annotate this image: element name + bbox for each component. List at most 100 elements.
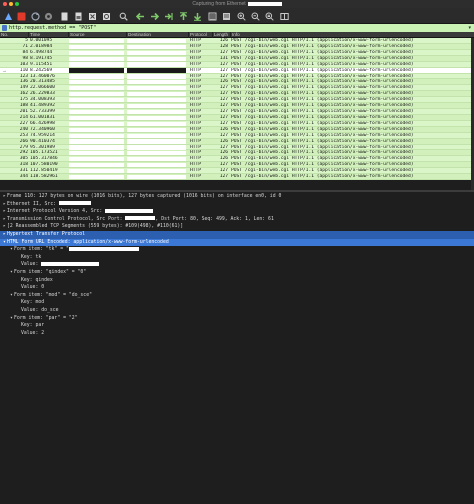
- detail-text: Frame 110: 127 bytes on wire (1016 bits)…: [7, 194, 282, 199]
- detail-tree-item[interactable]: Key: qindex: [0, 277, 474, 285]
- main-toolbar: [0, 8, 474, 24]
- normal-size-icon[interactable]: [264, 11, 274, 21]
- detail-tree-item[interactable]: Value: 0: [0, 284, 474, 292]
- cell-protocol: HTTP: [190, 109, 202, 115]
- open-file-icon[interactable]: [59, 11, 69, 21]
- redacted-value: [105, 208, 154, 213]
- restart-capture-icon[interactable]: [30, 11, 40, 21]
- cell-length: 127: [219, 162, 228, 168]
- cell-time: 118.582961: [30, 174, 58, 180]
- cell-no: 162: [19, 91, 28, 97]
- redacted-destination: [127, 50, 186, 55]
- zoom-out-icon[interactable]: [250, 11, 260, 21]
- find-packet-icon[interactable]: [118, 11, 128, 21]
- detail-tree-item[interactable]: Key: tk: [0, 254, 474, 262]
- detail-tree-item[interactable]: Key: mod: [0, 299, 474, 307]
- filter-dropdown-icon[interactable]: ▾: [468, 24, 471, 32]
- detail-text: Key: mod: [21, 300, 45, 306]
- detail-tree-item[interactable]: Value: 2: [0, 330, 474, 338]
- cell-time: 105.317846: [30, 156, 58, 162]
- stop-capture-icon[interactable]: [16, 11, 26, 21]
- detail-tree-item[interactable]: ▾Form item: "tk" = ": [0, 246, 474, 254]
- cell-length: 127: [219, 97, 228, 103]
- cell-protocol: HTTP: [190, 174, 202, 180]
- cell-protocol: HTTP: [190, 61, 202, 67]
- detail-tree-item[interactable]: Value: do_sce: [0, 307, 474, 315]
- detail-text: Key: qindex: [21, 277, 53, 283]
- cell-protocol: HTTP: [190, 55, 202, 61]
- redacted-destination: [127, 163, 186, 168]
- resize-columns-icon[interactable]: [279, 11, 289, 21]
- cell-length: 128: [219, 43, 228, 49]
- bookmark-filter-icon[interactable]: [2, 25, 7, 31]
- redacted-destination: [127, 157, 186, 162]
- close-file-icon[interactable]: [87, 11, 97, 21]
- zoom-in-icon[interactable]: [236, 11, 246, 21]
- display-filter-input[interactable]: http.request.method == "POST": [9, 24, 96, 32]
- detail-tree-item[interactable]: ▾Form item: "mod" = "do_sce": [0, 292, 474, 300]
- redacted-source: [69, 68, 124, 73]
- cell-time: 26.229833: [30, 91, 55, 97]
- autoscroll-icon[interactable]: [207, 11, 217, 21]
- capture-options-icon[interactable]: [43, 11, 53, 21]
- cell-protocol: HTTP: [190, 126, 202, 132]
- detail-text: Value: 0: [21, 285, 45, 291]
- go-forward-icon[interactable]: [149, 11, 159, 21]
- go-back-icon[interactable]: [135, 11, 145, 21]
- first-packet-icon[interactable]: [178, 11, 188, 21]
- detail-tree-item[interactable]: ▾HTML Form URL Encoded: application/x-ww…: [0, 238, 474, 247]
- cell-protocol: HTTP: [190, 156, 202, 162]
- redacted-destination: [127, 174, 186, 180]
- cell-length: 127: [219, 85, 228, 91]
- detail-tree-item[interactable]: ▸Internet Protocol Version 4, Src:: [0, 208, 474, 216]
- cell-info: POST /cgi-bin/web.cgi HTTP/1.1 (applicat…: [231, 126, 414, 132]
- detail-tree-item[interactable]: ▾Form item: "qindex" = "0": [0, 269, 474, 277]
- reload-icon[interactable]: [101, 11, 111, 21]
- detail-tree-item[interactable]: Key: par: [0, 322, 474, 330]
- save-file-icon[interactable]: [73, 11, 83, 21]
- cell-no: 266: [19, 138, 28, 144]
- display-filter-bar[interactable]: http.request.method == "POST" ▾: [0, 24, 474, 32]
- detail-text: Form item: "tk" = ": [14, 247, 69, 253]
- detail-tree-item[interactable]: ▸Hypertext Transfer Protocol: [0, 231, 474, 239]
- detail-tree-item[interactable]: ▸[2 Reassembled TCP Segments (559 bytes)…: [0, 223, 474, 231]
- cell-time: 8.242569: [30, 67, 53, 73]
- cell-info: POST /cgi-bin/web.cgi HTTP/1.1 (applicat…: [231, 79, 414, 85]
- redacted-destination: [127, 38, 186, 43]
- redacted-destination: [127, 127, 186, 132]
- cell-info: POST /cgi-bin/web.cgi HTTP/1.1 (applicat…: [231, 73, 414, 79]
- go-to-packet-icon[interactable]: [163, 11, 173, 21]
- redacted-destination: [127, 151, 186, 156]
- cell-length: 127: [219, 132, 228, 138]
- redacted-destination: [127, 145, 186, 150]
- table-row[interactable]: 344 118.582961 HTTP 127 POST /cgi-bin/web.cg…: [0, 174, 474, 181]
- cell-protocol: HTTP: [190, 67, 202, 73]
- cell-no: 305: [19, 156, 28, 162]
- cell-info: POST /cgi-bin/web.cgi HTTP/1.1 (applicat…: [231, 67, 414, 73]
- redacted-destination: [127, 80, 186, 85]
- window-title-area: Capturing from Ethernet: [0, 0, 474, 8]
- colorize-icon[interactable]: [221, 11, 231, 21]
- redacted-source: [69, 121, 124, 126]
- cell-time: 20.313485: [30, 79, 55, 85]
- detail-tree-item[interactable]: Value:: [0, 261, 474, 269]
- packet-list[interactable]: 5 0.001095 HTTP 126 POST /cgi-bin/web.cgi HT…: [0, 38, 474, 190]
- redacted-source: [69, 50, 124, 55]
- shark-fin-start-icon[interactable]: [3, 11, 13, 21]
- redacted-destination: [127, 133, 186, 138]
- cell-time: 105.173521: [30, 150, 58, 156]
- window-title: Capturing from Ethernet: [192, 1, 246, 7]
- redacted-source: [69, 139, 124, 144]
- redacted-source: [69, 97, 124, 103]
- cell-no: 318: [19, 162, 28, 168]
- detail-tree-item[interactable]: ▾Form item: "par" = "2": [0, 315, 474, 323]
- cell-info: POST /cgi-bin/web.cgi HTTP/1.1 (applicat…: [231, 43, 414, 49]
- cell-protocol: HTTP: [190, 38, 202, 43]
- redacted-source: [69, 44, 124, 49]
- last-packet-icon[interactable]: [192, 11, 202, 21]
- redacted-source: [69, 62, 124, 67]
- detail-text: Form item: "mod" = "do_sce": [14, 292, 92, 298]
- detail-tree-item[interactable]: ▸Ethernet II, Src:: [0, 201, 474, 209]
- detail-tree-item[interactable]: ▸Transmission Control Protocol, Src Port…: [0, 216, 474, 224]
- detail-tree-item[interactable]: ▸Frame 110: 127 bytes on wire (1016 bits…: [0, 193, 474, 201]
